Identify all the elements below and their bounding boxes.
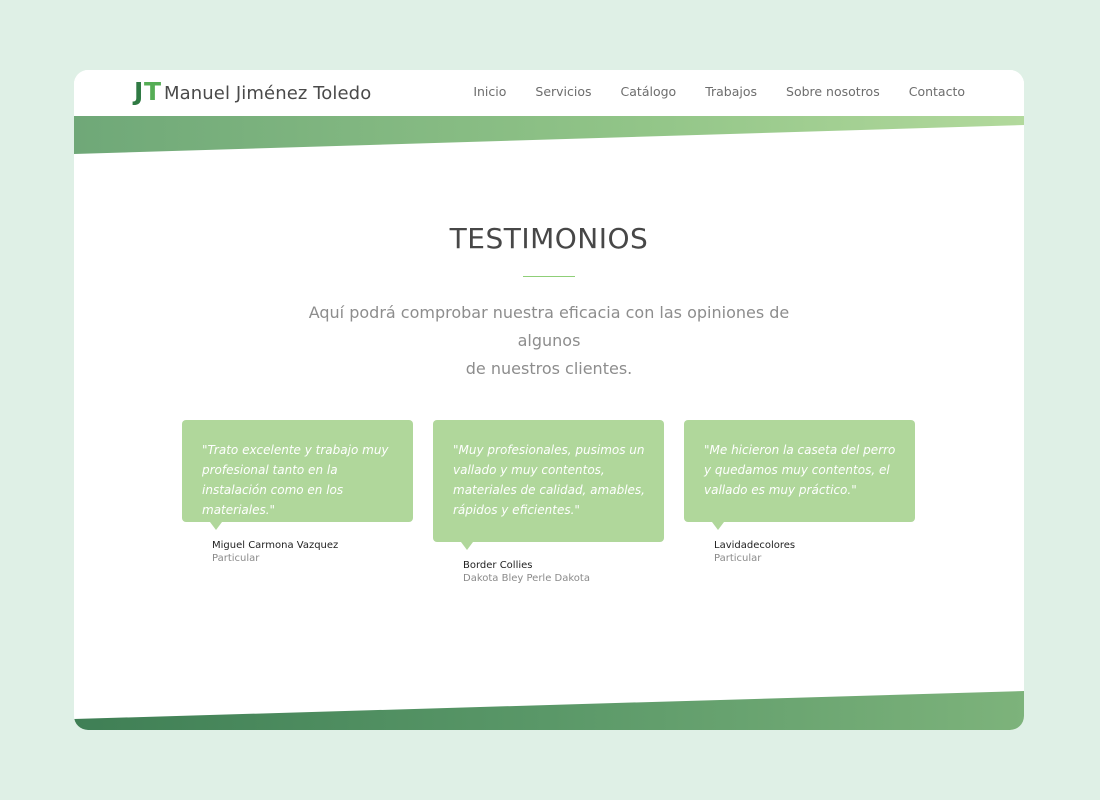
logo-monogram: J T — [134, 77, 162, 106]
bottom-decorative-stripe — [74, 691, 1024, 730]
testimonial-author: Lavidadecolores — [714, 540, 796, 551]
logo-letter-j: J — [134, 77, 144, 106]
nav-item-contacto[interactable]: Contacto — [909, 84, 965, 99]
testimonial-quote: "Trato excelente y trabajo muy profesion… — [202, 443, 389, 517]
site-name: Manuel Jiménez Toledo — [164, 82, 372, 104]
testimonial-quote: "Me hicieron la caseta del perro y queda… — [704, 443, 896, 497]
main-nav: Inicio Servicios Catálogo Trabajos Sobre… — [444, 84, 965, 99]
testimonial-author: Border Collies — [463, 560, 533, 571]
testimonial-quote-bubble: "Trato excelente y trabajo muy profesion… — [182, 420, 413, 530]
logo-letter-t: T — [144, 77, 162, 106]
testimonial-card: "Trato excelente y trabajo muy profesion… — [182, 420, 413, 565]
nav-item-catalogo[interactable]: Catálogo — [621, 84, 677, 99]
section-title: TESTIMONIOS — [449, 222, 649, 255]
testimonial-author: Miguel Carmona Vazquez — [212, 540, 339, 551]
section-intro: Aquí podrá comprobar nuestra eficacia co… — [289, 299, 809, 383]
testimonial-role: Dakota Bley Perle Dakota — [463, 573, 590, 584]
nav-item-inicio[interactable]: Inicio — [473, 84, 506, 99]
testimonial-role: Particular — [212, 553, 260, 564]
testimonial-quote-bubble: "Me hicieron la caseta del perro y queda… — [684, 420, 915, 530]
testimonial-role: Particular — [714, 553, 762, 564]
nav-item-sobre-nosotros[interactable]: Sobre nosotros — [786, 84, 880, 99]
testimonial-quote-bubble: "Muy profesionales, pusimos un vallado y… — [433, 420, 664, 550]
browser-window: J T Manuel Jiménez Toledo Inicio Servici… — [74, 70, 1024, 730]
nav-item-trabajos[interactable]: Trabajos — [705, 84, 757, 99]
section-intro-line-1: Aquí podrá comprobar nuestra eficacia co… — [308, 303, 790, 350]
title-divider — [523, 276, 575, 277]
testimonial-quote: "Muy profesionales, pusimos un vallado y… — [453, 443, 645, 517]
section-intro-line-2: de nuestros clientes. — [465, 359, 633, 378]
testimonial-card: "Me hicieron la caseta del perro y queda… — [684, 420, 915, 565]
site-logo[interactable]: J T Manuel Jiménez Toledo — [134, 78, 371, 108]
top-decorative-stripe — [74, 116, 1024, 154]
testimonial-card: "Muy profesionales, pusimos un vallado y… — [433, 420, 664, 585]
site-header: J T Manuel Jiménez Toledo Inicio Servici… — [74, 70, 1024, 116]
nav-item-servicios[interactable]: Servicios — [535, 84, 591, 99]
